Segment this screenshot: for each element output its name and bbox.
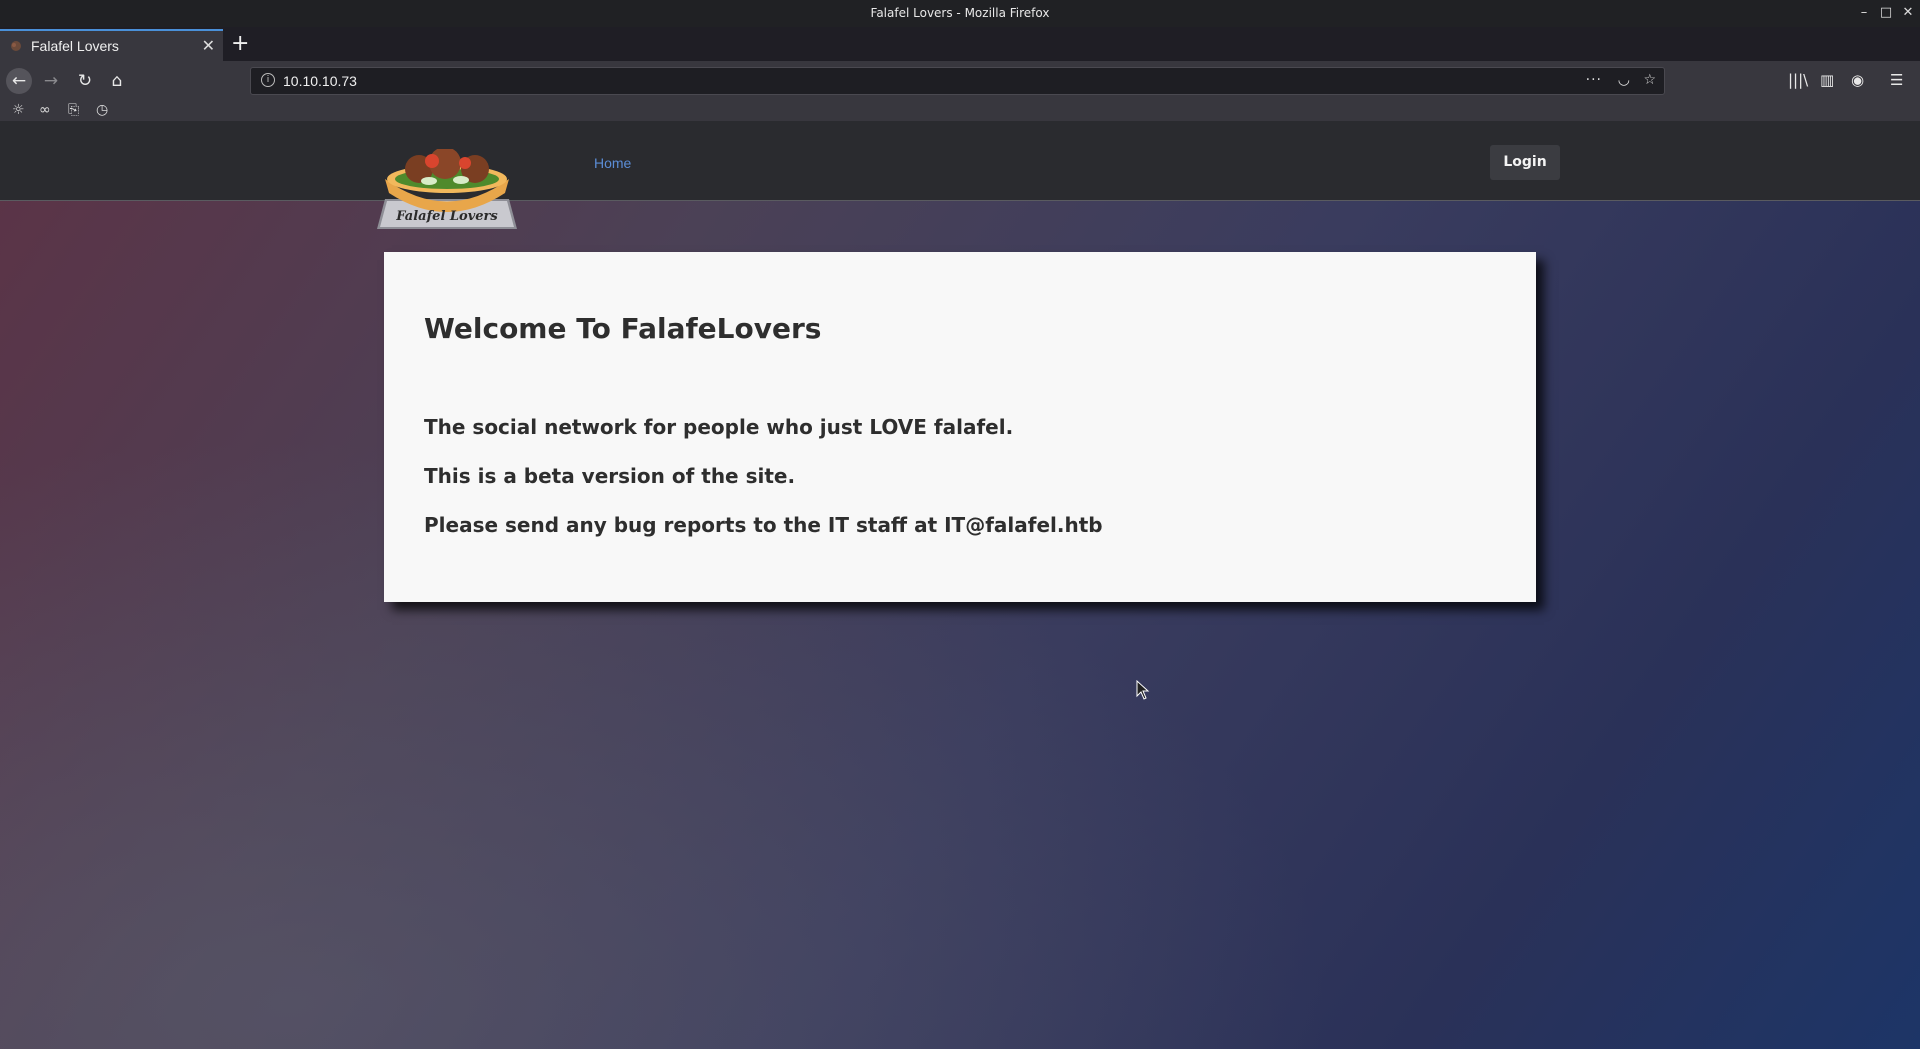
new-tab-button[interactable]: + bbox=[231, 31, 249, 56]
page-actions-icon[interactable]: ··· bbox=[1586, 72, 1602, 88]
logo-text: Falafel Lovers bbox=[395, 209, 498, 224]
navigation-toolbar: ← → ↻ ⌂ i 10.10.10.73 ··· ◡ ☆ |||\ ▥ ◉ ☰ bbox=[0, 61, 1920, 101]
url-bar[interactable]: i 10.10.10.73 ··· ◡ ☆ bbox=[250, 67, 1665, 95]
bookmark-incognito-icon[interactable]: ∞ bbox=[39, 102, 51, 118]
minimize-button[interactable]: – bbox=[1856, 4, 1872, 22]
window-title: Falafel Lovers - Mozilla Firefox bbox=[870, 6, 1050, 20]
bookmarks-toolbar: ☼ ∞ ⎘ ◷ bbox=[0, 101, 1920, 121]
bookmark-history-icon[interactable]: ◷ bbox=[96, 102, 108, 118]
reload-button[interactable]: ↻ bbox=[72, 68, 98, 94]
page-viewport: Falafel Lovers Home Login Welcome To Fal… bbox=[0, 121, 1920, 1049]
tab-close-icon[interactable]: ✕ bbox=[202, 36, 215, 55]
login-button[interactable]: Login bbox=[1490, 145, 1560, 180]
library-icon[interactable]: |||\ bbox=[1788, 71, 1808, 89]
falafel-lovers-logo[interactable]: Falafel Lovers bbox=[377, 149, 517, 229]
account-icon[interactable]: ◉ bbox=[1851, 71, 1864, 89]
intro-line: The social network for people who just L… bbox=[424, 415, 1014, 439]
site-info-icon[interactable]: i bbox=[261, 73, 275, 87]
nav-home-link[interactable]: Home bbox=[594, 155, 631, 171]
welcome-card: Welcome To FalafeLovers The social netwo… bbox=[384, 252, 1536, 602]
home-button[interactable]: ⌂ bbox=[104, 68, 130, 94]
site-navbar: Falafel Lovers Home Login bbox=[0, 121, 1920, 229]
tab-title: Falafel Lovers bbox=[31, 38, 119, 54]
page-title: Welcome To FalafeLovers bbox=[424, 312, 822, 345]
pocket-icon[interactable]: ◡ bbox=[1618, 72, 1630, 88]
sidebar-icon[interactable]: ▥ bbox=[1820, 71, 1834, 89]
window-titlebar: Falafel Lovers - Mozilla Firefox – □ ✕ bbox=[0, 0, 1920, 27]
bookmark-folder-icon[interactable]: ⎘ bbox=[68, 102, 79, 118]
beta-notice: This is a beta version of the site. bbox=[424, 464, 796, 488]
bookmark-settings-icon[interactable]: ☼ bbox=[12, 102, 25, 118]
mouse-cursor-icon bbox=[1136, 680, 1150, 700]
bookmark-star-icon[interactable]: ☆ bbox=[1643, 72, 1656, 88]
back-button[interactable]: ← bbox=[6, 68, 32, 94]
forward-button[interactable]: → bbox=[38, 68, 64, 94]
favicon-icon bbox=[11, 41, 21, 51]
maximize-button[interactable]: □ bbox=[1878, 4, 1894, 22]
hamburger-menu-icon[interactable]: ☰ bbox=[1890, 71, 1903, 89]
bug-report-notice: Please send any bug reports to the IT st… bbox=[424, 513, 1103, 537]
url-text[interactable]: 10.10.10.73 bbox=[283, 73, 357, 89]
tab-strip: Falafel Lovers ✕ + bbox=[0, 27, 1920, 61]
tab-falafel-lovers[interactable]: Falafel Lovers ✕ bbox=[0, 29, 223, 61]
close-window-button[interactable]: ✕ bbox=[1900, 4, 1916, 22]
